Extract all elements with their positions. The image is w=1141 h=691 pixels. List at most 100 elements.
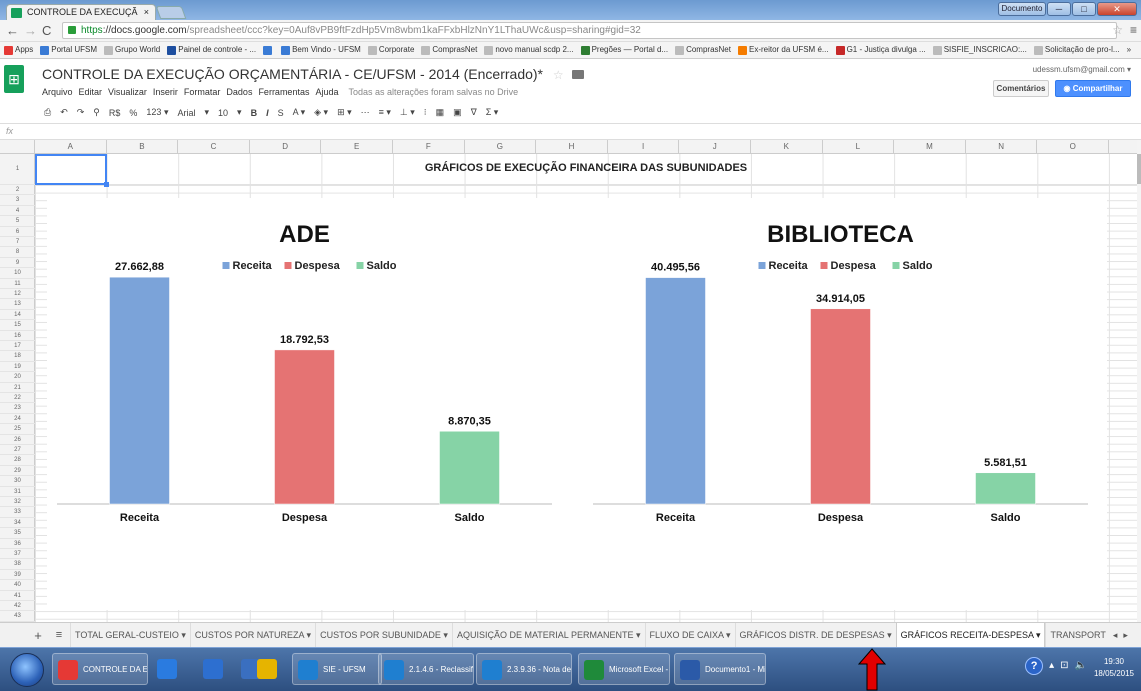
toolbar-item[interactable]: ≡ ▾	[379, 107, 391, 118]
bookmark-item[interactable]: Portal UFSM	[40, 42, 97, 58]
selected-cell-a1[interactable]	[35, 154, 109, 187]
star-doc-icon[interactable]: ☆	[553, 68, 564, 82]
column-header-f[interactable]: F	[393, 140, 465, 154]
sheet-next-button[interactable]: ▸	[1120, 630, 1131, 641]
row-header-7[interactable]: 7	[0, 237, 35, 248]
row-header-24[interactable]: 24	[0, 414, 35, 425]
formula-bar[interactable]: fx	[0, 124, 1141, 140]
taskbar-item[interactable]: CONTROLE DA E...	[52, 653, 148, 685]
row-header-11[interactable]: 11	[0, 279, 35, 289]
toolbar-item[interactable]: ▣	[453, 107, 462, 118]
bookmark-item[interactable]: Bem Vindo - UFSM	[281, 42, 361, 58]
sheet-prev-button[interactable]: ◂	[1110, 630, 1121, 641]
column-header-o[interactable]: O	[1037, 140, 1109, 154]
row-header-37[interactable]: 37	[0, 549, 35, 560]
bookmark-item[interactable]: SISFIE_INSCRICAO:...	[932, 42, 1027, 58]
menu-arquivo[interactable]: Arquivo	[42, 87, 73, 97]
row-header-35[interactable]: 35	[0, 528, 35, 539]
row-header-12[interactable]: 12	[0, 289, 35, 300]
row-header-27[interactable]: 27	[0, 445, 35, 456]
minimize-button[interactable]: ─	[1047, 2, 1071, 16]
bookmark-item[interactable]: novo manual scdp 2...	[484, 42, 574, 58]
toolbar-item[interactable]: ⎙	[44, 107, 51, 118]
toolbar-item[interactable]: R$	[109, 108, 121, 118]
window-user-label[interactable]: Documento	[998, 2, 1046, 16]
row-header-20[interactable]: 20	[0, 372, 35, 383]
toolbar-item[interactable]: 10	[218, 108, 228, 118]
sheet-list-button[interactable]: ≡	[48, 629, 70, 641]
tray-icon[interactable]: ▴	[1049, 660, 1054, 675]
forward-icon[interactable]: →	[24, 23, 37, 38]
menu-inserir[interactable]: Inserir	[153, 87, 178, 97]
clock[interactable]: 19:30 18/05/2015	[1093, 656, 1135, 680]
bookmark-star-icon[interactable]: ☆	[1112, 23, 1123, 37]
row-header-10[interactable]: 10	[0, 268, 35, 279]
column-header-i[interactable]: I	[608, 140, 680, 154]
spreadsheet-grid[interactable]: GRÁFICOS DE EXECUÇÃO FINANCEIRA DAS SUBU…	[35, 154, 1137, 622]
column-header-g[interactable]: G	[465, 140, 537, 154]
row-header-22[interactable]: 22	[0, 393, 35, 404]
taskbar-item[interactable]	[252, 653, 288, 685]
row-header-8[interactable]: 8	[0, 247, 35, 258]
row-header-41[interactable]: 41	[0, 591, 35, 601]
row-header-18[interactable]: 18	[0, 351, 35, 362]
row-header-33[interactable]: 33	[0, 507, 35, 518]
column-header-n[interactable]: N	[966, 140, 1038, 154]
column-header-h[interactable]: H	[536, 140, 608, 154]
row-header-28[interactable]: 28	[0, 455, 35, 466]
row-header-3[interactable]: 3	[0, 195, 35, 206]
column-header-c[interactable]: C	[178, 140, 250, 154]
column-header-e[interactable]: E	[321, 140, 393, 154]
row-header-15[interactable]: 15	[0, 320, 35, 331]
row-header-23[interactable]: 23	[0, 403, 35, 414]
row-header-42[interactable]: 42	[0, 601, 35, 612]
browser-menu-icon[interactable]: ≡	[1130, 23, 1137, 37]
column-header-k[interactable]: K	[751, 140, 823, 154]
close-tab-icon[interactable]: ×	[144, 5, 149, 20]
back-icon[interactable]: ←	[6, 23, 19, 38]
toolbar-item[interactable]: ▾	[204, 107, 209, 118]
row-header-34[interactable]: 34	[0, 518, 35, 529]
sheets-logo-icon[interactable]: ⊞	[4, 65, 24, 93]
toolbar-item[interactable]: Σ ▾	[486, 107, 499, 118]
row-header-17[interactable]: 17	[0, 341, 35, 352]
row-header-19[interactable]: 19	[0, 362, 35, 373]
sheet-tab[interactable]: FLUXO DE CAIXA ▾	[644, 623, 735, 647]
toolbar-item[interactable]: %	[129, 108, 137, 118]
row-header-25[interactable]: 25	[0, 424, 35, 435]
menu-dados[interactable]: Dados	[226, 87, 252, 97]
sheet-tab[interactable]: CUSTOS POR NATUREZA ▾	[189, 623, 315, 647]
bookmark-item[interactable]: Apps	[4, 42, 33, 58]
toolbar-item[interactable]: ▾	[237, 107, 242, 118]
row-header-16[interactable]: 16	[0, 331, 35, 341]
sheet-tab[interactable]: GRÁFICOS DISTR. DE DESPESAS ▾	[734, 623, 896, 647]
taskbar-item[interactable]: Microsoft Excel - ...	[578, 653, 670, 685]
row-header-4[interactable]: 4	[0, 206, 35, 217]
row-header-9[interactable]: 9	[0, 258, 35, 269]
bookmark-item[interactable]	[263, 42, 274, 58]
toolbar-item[interactable]: ⊥ ▾	[400, 107, 415, 118]
toolbar-item[interactable]: ⚲	[93, 107, 100, 118]
bookmark-item[interactable]: G1 - Justiça divulga ...	[835, 42, 926, 58]
address-input[interactable]: https://docs.google.com/spreadsheet/ccc?…	[62, 22, 1117, 39]
bookmark-item[interactable]: Corporate	[367, 42, 414, 58]
row-header-39[interactable]: 39	[0, 570, 35, 581]
row-header-1[interactable]: 1	[0, 154, 35, 185]
menu-visualizar[interactable]: Visualizar	[108, 87, 147, 97]
user-email[interactable]: udessm.ufsm@gmail.com ▾	[1033, 65, 1131, 74]
row-header-6[interactable]: 6	[0, 227, 35, 237]
vertical-scrollbar[interactable]	[1137, 140, 1141, 622]
row-header-40[interactable]: 40	[0, 580, 35, 591]
row-header-29[interactable]: 29	[0, 466, 35, 477]
row-header-32[interactable]: 32	[0, 497, 35, 508]
sheet-tab[interactable]: CUSTOS POR SUBUNIDADE ▾	[315, 623, 452, 647]
bookmark-item[interactable]: ComprasNet	[421, 42, 477, 58]
row-header-2[interactable]: 2	[0, 185, 35, 196]
toolbar-item[interactable]: I	[266, 108, 269, 118]
toolbar-item[interactable]: 123 ▾	[146, 107, 168, 118]
column-header-d[interactable]: D	[250, 140, 322, 154]
sheet-tab[interactable]: TRANSPORT	[1045, 623, 1109, 647]
bookmark-item[interactable]: Solicitação de pro-l...	[1033, 42, 1120, 58]
row-header-38[interactable]: 38	[0, 559, 35, 570]
tray-icon[interactable]: 🔈	[1075, 660, 1087, 675]
